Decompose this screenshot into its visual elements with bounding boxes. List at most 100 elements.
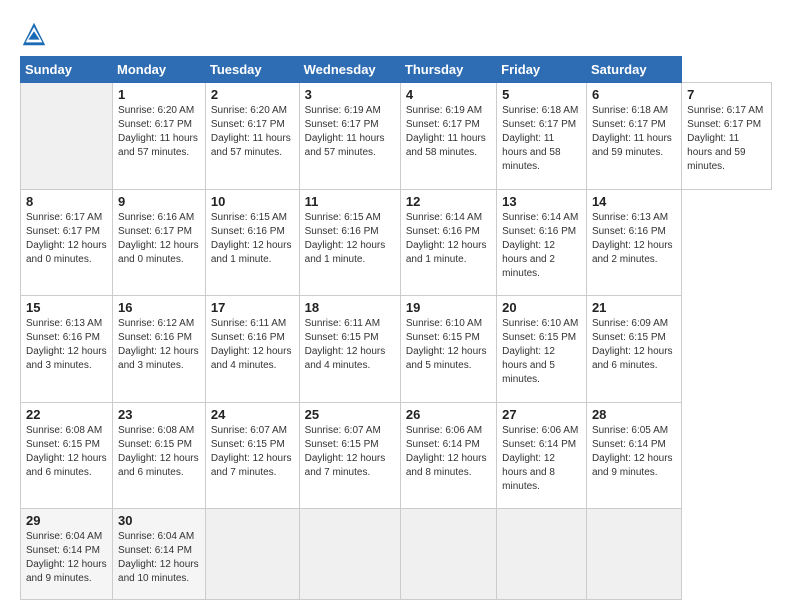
week-row-4: 29 Sunrise: 6:04 AMSunset: 6:14 PMDayligh… [21, 509, 772, 600]
day-number: 17 [211, 300, 294, 315]
calendar-body: 1 Sunrise: 6:20 AMSunset: 6:17 PMDaylight… [21, 83, 772, 600]
day-number: 21 [592, 300, 676, 315]
day-info: Sunrise: 6:05 AMSunset: 6:14 PMDaylight:… [592, 424, 676, 480]
week-row-3: 22Sunrise: 6:08 AMSunset: 6:15 PMDayligh… [21, 402, 772, 509]
calendar-cell: 1 Sunrise: 6:20 AMSunset: 6:17 PMDaylight… [113, 83, 206, 190]
calendar-cell: 27Sunrise: 6:06 AMSunset: 6:14 PMDayligh… [497, 402, 587, 509]
day-info: Sunrise: 6:10 AMSunset: 6:15 PMDaylight:… [406, 317, 491, 373]
calendar-cell [205, 509, 299, 600]
day-info: Sunrise: 6:13 AMSunset: 6:16 PMDaylight:… [26, 317, 107, 373]
calendar-cell: 7 Sunrise: 6:17 AMSunset: 6:17 PMDaylight… [682, 83, 772, 190]
calendar-cell: 4Sunrise: 6:19 AMSunset: 6:17 PMDaylight… [400, 83, 496, 190]
day-number: 13 [502, 194, 581, 209]
calendar-table: SundayMondayTuesdayWednesdayThursdayFrid… [20, 56, 772, 600]
calendar-cell [497, 509, 587, 600]
calendar-cell: 15 Sunrise: 6:13 AMSunset: 6:16 PMDayligh… [21, 296, 113, 403]
calendar-cell: 14 Sunrise: 6:13 AMSunset: 6:16 PMDayligh… [586, 189, 681, 296]
logo [20, 20, 52, 48]
calendar-cell: 16 Sunrise: 6:12 AMSunset: 6:16 PMDayligh… [113, 296, 206, 403]
day-info: Sunrise: 6:07 AMSunset: 6:15 PMDaylight:… [305, 424, 395, 480]
calendar-cell: 29 Sunrise: 6:04 AMSunset: 6:14 PMDayligh… [21, 509, 113, 600]
calendar-cell: 24Sunrise: 6:07 AMSunset: 6:15 PMDayligh… [205, 402, 299, 509]
calendar-cell [400, 509, 496, 600]
day-info: Sunrise: 6:12 AMSunset: 6:16 PMDaylight:… [118, 317, 200, 373]
calendar-cell: 5 Sunrise: 6:18 AMSunset: 6:17 PMDaylight… [497, 83, 587, 190]
day-number: 12 [406, 194, 491, 209]
calendar-cell: 19 Sunrise: 6:10 AMSunset: 6:15 PMDayligh… [400, 296, 496, 403]
calendar-cell: 26 Sunrise: 6:06 AMSunset: 6:14 PMDayligh… [400, 402, 496, 509]
day-number: 16 [118, 300, 200, 315]
header-cell-wednesday: Wednesday [299, 57, 400, 83]
day-info: Sunrise: 6:06 AMSunset: 6:14 PMDaylight:… [406, 424, 491, 480]
header-cell-thursday: Thursday [400, 57, 496, 83]
day-number: 24 [211, 407, 294, 422]
calendar-cell: 8Sunrise: 6:17 AMSunset: 6:17 PMDaylight… [21, 189, 113, 296]
day-number: 14 [592, 194, 676, 209]
calendar-cell [586, 509, 681, 600]
calendar-cell: 10 Sunrise: 6:15 AMSunset: 6:16 PMDayligh… [205, 189, 299, 296]
day-number: 15 [26, 300, 107, 315]
calendar-cell: 25 Sunrise: 6:07 AMSunset: 6:15 PMDayligh… [299, 402, 400, 509]
calendar-cell: 13 Sunrise: 6:14 AMSunset: 6:16 PMDayligh… [497, 189, 587, 296]
day-info: Sunrise: 6:14 AMSunset: 6:16 PMDaylight:… [406, 211, 491, 267]
calendar-cell: 28Sunrise: 6:05 AMSunset: 6:14 PMDayligh… [586, 402, 681, 509]
day-number: 29 [26, 513, 107, 528]
logo-icon [20, 20, 48, 48]
week-row-2: 15 Sunrise: 6:13 AMSunset: 6:16 PMDayligh… [21, 296, 772, 403]
day-info: Sunrise: 6:18 AMSunset: 6:17 PMDaylight:… [592, 104, 676, 160]
header-cell-tuesday: Tuesday [205, 57, 299, 83]
day-info: Sunrise: 6:16 AMSunset: 6:17 PMDaylight:… [118, 211, 200, 267]
day-info: Sunrise: 6:17 AMSunset: 6:17 PMDaylight:… [26, 211, 107, 267]
day-info: Sunrise: 6:20 AMSunset: 6:17 PMDaylight:… [118, 104, 200, 160]
day-info: Sunrise: 6:13 AMSunset: 6:16 PMDaylight:… [592, 211, 676, 267]
day-info: Sunrise: 6:19 AMSunset: 6:17 PMDaylight:… [305, 104, 395, 160]
calendar-cell: 11Sunrise: 6:15 AMSunset: 6:16 PMDayligh… [299, 189, 400, 296]
day-number: 30 [118, 513, 200, 528]
header-cell-saturday: Saturday [586, 57, 681, 83]
week-row-0: 1 Sunrise: 6:20 AMSunset: 6:17 PMDaylight… [21, 83, 772, 190]
header-cell-friday: Friday [497, 57, 587, 83]
day-number: 7 [687, 87, 766, 102]
calendar-cell: 17 Sunrise: 6:11 AMSunset: 6:16 PMDayligh… [205, 296, 299, 403]
calendar-cell: 20 Sunrise: 6:10 AMSunset: 6:15 PMDayligh… [497, 296, 587, 403]
day-number: 6 [592, 87, 676, 102]
day-info: Sunrise: 6:15 AMSunset: 6:16 PMDaylight:… [211, 211, 294, 267]
day-number: 1 [118, 87, 200, 102]
day-info: Sunrise: 6:04 AMSunset: 6:14 PMDaylight:… [118, 530, 200, 586]
calendar-cell: 22Sunrise: 6:08 AMSunset: 6:15 PMDayligh… [21, 402, 113, 509]
calendar-cell [21, 83, 113, 190]
day-info: Sunrise: 6:08 AMSunset: 6:15 PMDaylight:… [118, 424, 200, 480]
day-info: Sunrise: 6:11 AMSunset: 6:16 PMDaylight:… [211, 317, 294, 373]
day-number: 23 [118, 407, 200, 422]
day-number: 25 [305, 407, 395, 422]
day-number: 9 [118, 194, 200, 209]
day-info: Sunrise: 6:18 AMSunset: 6:17 PMDaylight:… [502, 104, 581, 174]
day-info: Sunrise: 6:11 AMSunset: 6:15 PMDaylight:… [305, 317, 395, 373]
day-number: 18 [305, 300, 395, 315]
header-cell-sunday: Sunday [21, 57, 113, 83]
calendar-cell: 23 Sunrise: 6:08 AMSunset: 6:15 PMDayligh… [113, 402, 206, 509]
day-number: 27 [502, 407, 581, 422]
calendar-cell: 30 Sunrise: 6:04 AMSunset: 6:14 PMDayligh… [113, 509, 206, 600]
calendar-page: SundayMondayTuesdayWednesdayThursdayFrid… [0, 0, 792, 612]
header [20, 16, 772, 48]
day-number: 20 [502, 300, 581, 315]
day-info: Sunrise: 6:14 AMSunset: 6:16 PMDaylight:… [502, 211, 581, 281]
header-cell-monday: Monday [113, 57, 206, 83]
calendar-cell [299, 509, 400, 600]
day-number: 10 [211, 194, 294, 209]
day-info: Sunrise: 6:17 AMSunset: 6:17 PMDaylight:… [687, 104, 766, 174]
day-number: 19 [406, 300, 491, 315]
day-number: 3 [305, 87, 395, 102]
calendar-cell: 2Sunrise: 6:20 AMSunset: 6:17 PMDaylight… [205, 83, 299, 190]
header-row: SundayMondayTuesdayWednesdayThursdayFrid… [21, 57, 772, 83]
day-info: Sunrise: 6:09 AMSunset: 6:15 PMDaylight:… [592, 317, 676, 373]
day-number: 5 [502, 87, 581, 102]
day-number: 26 [406, 407, 491, 422]
day-info: Sunrise: 6:10 AMSunset: 6:15 PMDaylight:… [502, 317, 581, 387]
calendar-header: SundayMondayTuesdayWednesdayThursdayFrid… [21, 57, 772, 83]
calendar-cell: 18 Sunrise: 6:11 AMSunset: 6:15 PMDayligh… [299, 296, 400, 403]
day-info: Sunrise: 6:04 AMSunset: 6:14 PMDaylight:… [26, 530, 107, 586]
day-info: Sunrise: 6:19 AMSunset: 6:17 PMDaylight:… [406, 104, 491, 160]
day-info: Sunrise: 6:08 AMSunset: 6:15 PMDaylight:… [26, 424, 107, 480]
